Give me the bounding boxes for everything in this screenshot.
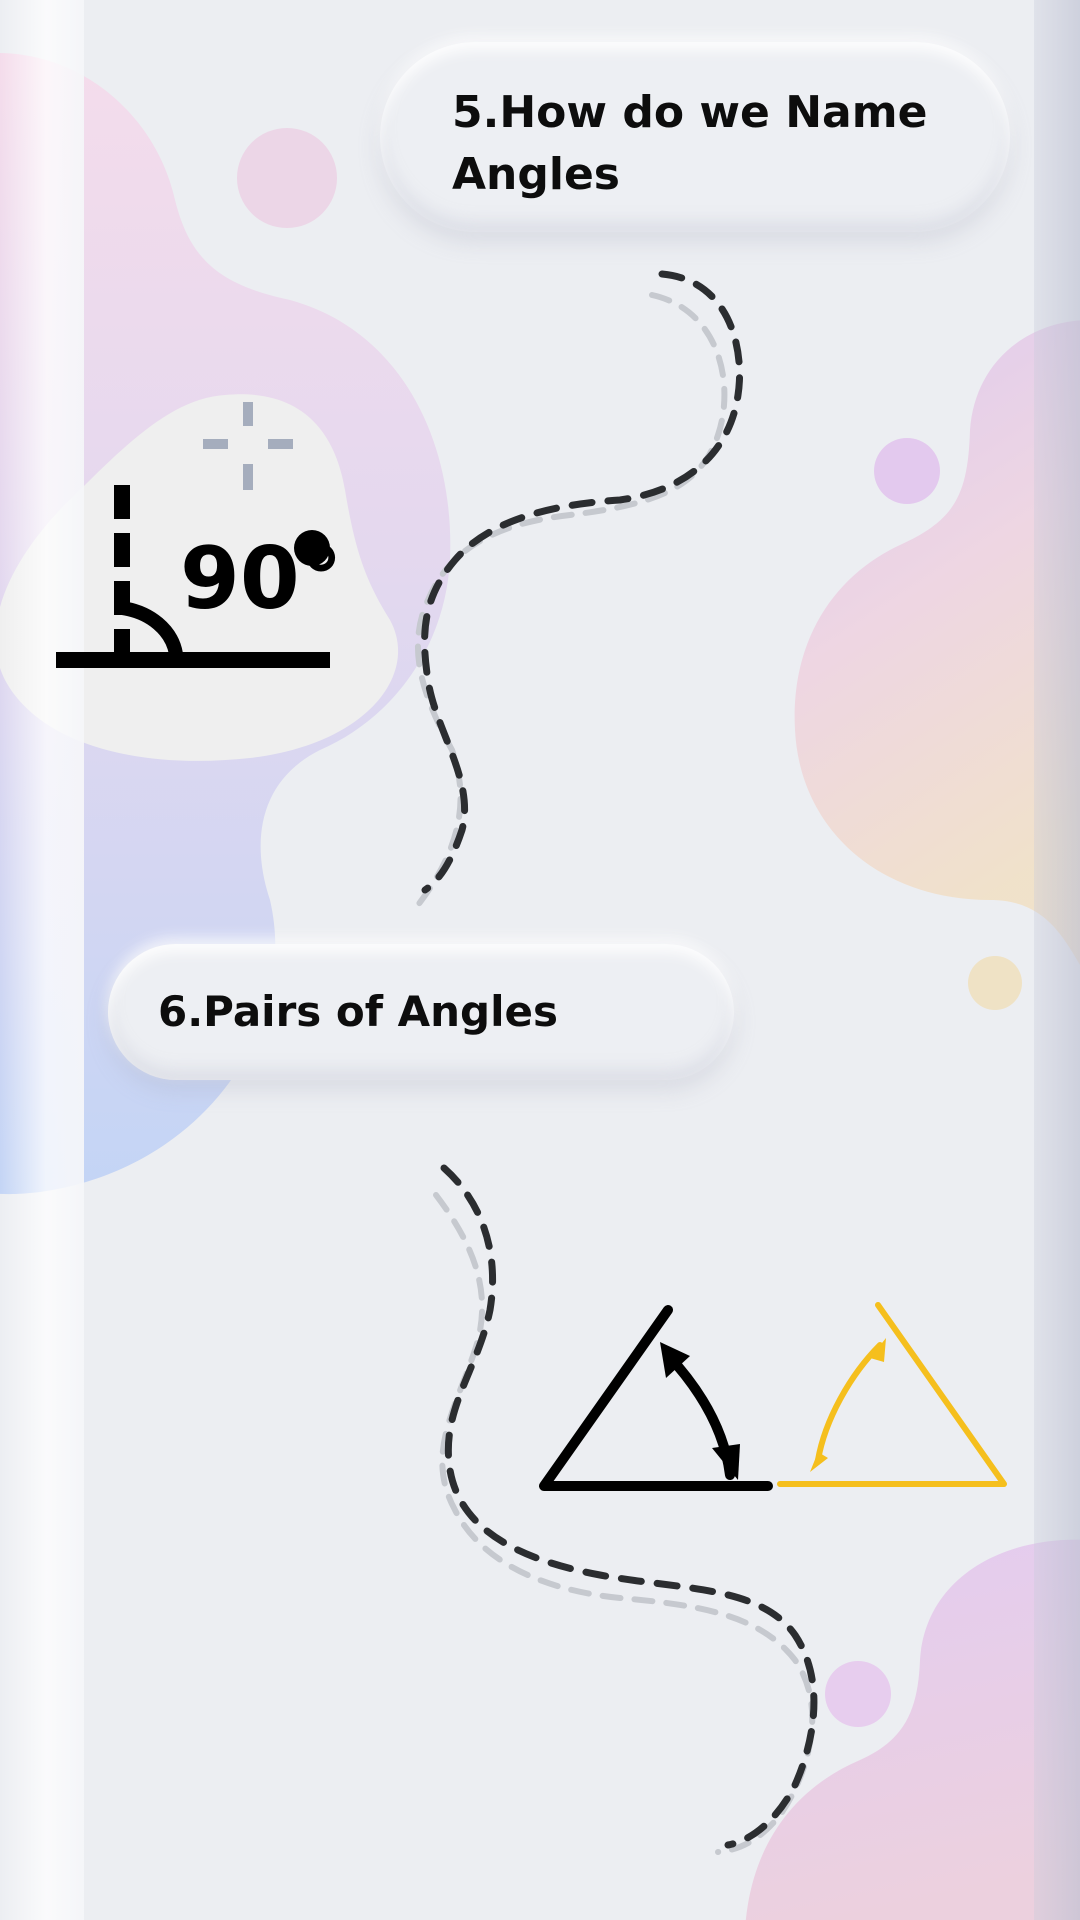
slide-canvas: 90° 5.How do we Name Angles 6.Pairs of A… — [0, 0, 1080, 1920]
yellow-triangle — [777, 1302, 1007, 1487]
black-arrow-heads — [660, 1342, 740, 1480]
section-5-pill[interactable]: 5.How do we Name Angles — [380, 42, 1010, 232]
section-5-title: 5.How do we Name Angles — [452, 87, 928, 200]
section-6-pill[interactable]: 6.Pairs of Angles — [108, 944, 734, 1080]
section-6-title: 6.Pairs of Angles — [158, 987, 559, 1036]
